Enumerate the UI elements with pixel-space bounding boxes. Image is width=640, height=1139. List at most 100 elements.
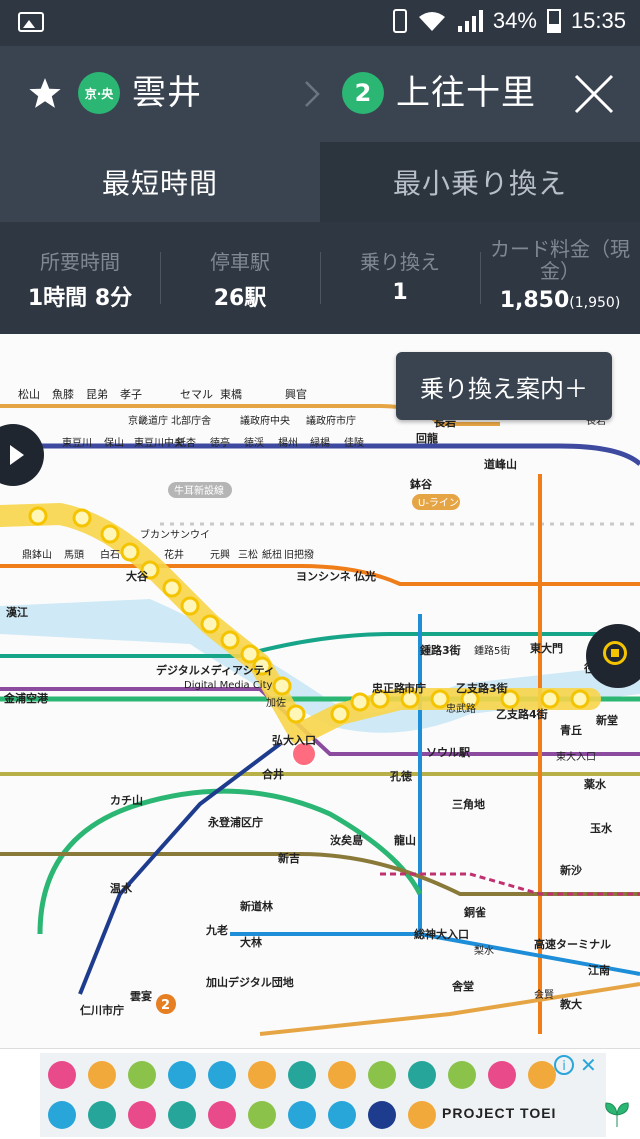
ad-app-icon [48, 1061, 76, 1089]
map-label: 加山デジタル団地 [205, 975, 294, 989]
origin-station[interactable]: 雲井 [132, 72, 202, 114]
map-label: 東大入口 [556, 750, 596, 763]
map-label: 佳陵 [344, 436, 364, 449]
map-label: 金浦空港 [3, 691, 49, 705]
ad-banner[interactable]: PROJECT TOEI i ✕ [0, 1048, 640, 1139]
transfer-guide-button[interactable]: 乗り換え案内＋ [396, 352, 612, 420]
map-label: 仁川市庁 [80, 1003, 124, 1017]
stat-stops: 停車駅 26駅 [160, 222, 320, 334]
chevron-right-icon [305, 81, 320, 107]
map-label: 雲宴 [130, 989, 152, 1003]
map-label: 玉水 [590, 821, 613, 835]
destination-station[interactable]: 上往十里 [396, 72, 536, 114]
ad-app-icon [328, 1061, 356, 1089]
ad-app-icon [248, 1061, 276, 1089]
map-label: 永登浦区庁 [207, 815, 263, 829]
tab-fewest-transfers[interactable]: 最小乗り換え [320, 142, 640, 222]
subway-map[interactable]: 松山 魚膝 昆弟 孝子 セマル 東橋 興官 京畿道庁 北部庁舎 議政府中央 議政… [0, 334, 640, 1048]
map-label: U-ライン [418, 497, 459, 509]
map-label: 紙杏 [176, 436, 196, 449]
map-label: 総神大入口 [414, 927, 469, 941]
map-label: 東豆川 [62, 436, 92, 449]
fare-label: カード料金（現金） [490, 237, 630, 283]
map-label: 旧把撥 [284, 548, 314, 561]
stat-transfers: 乗り換え 1 [320, 222, 480, 334]
map-label: 梨水 [474, 944, 494, 957]
ad-app-icon [368, 1061, 396, 1089]
ad-info-icon[interactable]: i [554, 1055, 574, 1075]
map-label: 忠武路 [446, 702, 476, 715]
route-header: 京·央 雲井 2 上往十里 [0, 46, 640, 142]
stops-label: 停車駅 [210, 250, 270, 274]
svg-text:2: 2 [161, 998, 170, 1013]
battery-icon [546, 9, 561, 33]
map-label: 鼎鉢山 [22, 548, 52, 561]
clock: 15:35 [570, 8, 626, 33]
map-label: 孝子 [120, 388, 142, 401]
map-label: 舎堂 [452, 979, 474, 993]
wifi-icon [417, 9, 447, 33]
map-label: 三松 [238, 548, 258, 561]
map-label: 楊州 [278, 437, 298, 449]
map-label: 保山 [104, 436, 124, 449]
map-label: 大林 [240, 935, 262, 949]
map-label: 加佐 [266, 697, 286, 709]
map-label: ブカンサンウイ [140, 528, 210, 541]
favorite-star-icon[interactable] [28, 76, 62, 110]
ad-brand-text: PROJECT TOEI [442, 1105, 557, 1121]
map-label: 銅雀 [464, 905, 486, 919]
map-label: 仏光 [354, 569, 376, 583]
map-label: 新沙 [560, 863, 582, 877]
map-label: 花井 [164, 548, 184, 561]
map-label: 汝矣島 [330, 833, 363, 847]
map-label: 興官 [285, 387, 307, 401]
map-label: 市庁 [404, 681, 426, 695]
ad-app-icon [328, 1101, 356, 1129]
map-label: 新道林 [240, 899, 273, 913]
map-label: 白石 [100, 548, 120, 561]
leaf-icon [605, 1102, 629, 1127]
subway-map-canvas[interactable]: 松山 魚膝 昆弟 孝子 セマル 東橋 興官 京畿道庁 北部庁舎 議政府中央 議政… [0, 334, 640, 1048]
status-icons: 34% 15:35 [392, 8, 626, 34]
fare-cash-value: (1,950) [569, 295, 621, 311]
map-label: 昆弟 [86, 388, 108, 401]
tab-shortest-time[interactable]: 最短時間 [0, 142, 320, 222]
ad-app-icon [208, 1101, 236, 1129]
close-icon[interactable] [572, 72, 616, 116]
map-label: ヨンシンネ [296, 570, 351, 583]
map-label: 鍾路3街 [420, 643, 461, 657]
map-label: 弘大入口 [272, 733, 316, 747]
transfers-value: 1 [392, 280, 408, 305]
map-label: 乙支路4街 [496, 707, 548, 721]
map-label: 馬頭 [64, 549, 84, 561]
fare-value: 1,850 [499, 288, 570, 313]
map-label: 東橋 [220, 387, 242, 401]
map-label: 道峰山 [484, 457, 517, 471]
map-label: 九老 [205, 923, 228, 937]
map-label: ソウル駅 [426, 746, 470, 759]
map-label: 回龍 [416, 431, 438, 445]
map-label: 徳渓 [244, 436, 264, 449]
map-label: 鉢谷 [410, 477, 433, 491]
status-bar: 34% 15:35 [0, 0, 640, 46]
ad-app-icon [248, 1101, 276, 1129]
map-label: 青丘 [560, 723, 582, 737]
ad-icons-panel[interactable]: PROJECT TOEI [40, 1053, 629, 1137]
map-label: Digital Media City [184, 680, 273, 691]
map-label: 会賢 [534, 988, 554, 1001]
map-label: 議政府市庁 [306, 414, 356, 427]
map-label: デジタルメディアシティ [156, 663, 275, 677]
map-label: 東大門 [530, 641, 563, 655]
origin-line-badge: 京·央 [78, 72, 120, 114]
ad-app-icon [208, 1061, 236, 1089]
destination-line-badge: 2 [342, 72, 384, 114]
map-label: 徳亭 [210, 436, 230, 449]
map-label: 三角地 [452, 797, 485, 811]
route-tabs: 最短時間 最小乗り換え [0, 142, 640, 222]
ad-app-icon [408, 1101, 436, 1129]
ad-close-icon[interactable]: ✕ [580, 1053, 597, 1077]
map-label: 教大 [559, 997, 582, 1011]
ad-app-icon [88, 1101, 116, 1129]
stat-fare: カード料金（現金） 1,850(1,950) [480, 222, 640, 334]
map-label: 龍山 [394, 833, 416, 847]
